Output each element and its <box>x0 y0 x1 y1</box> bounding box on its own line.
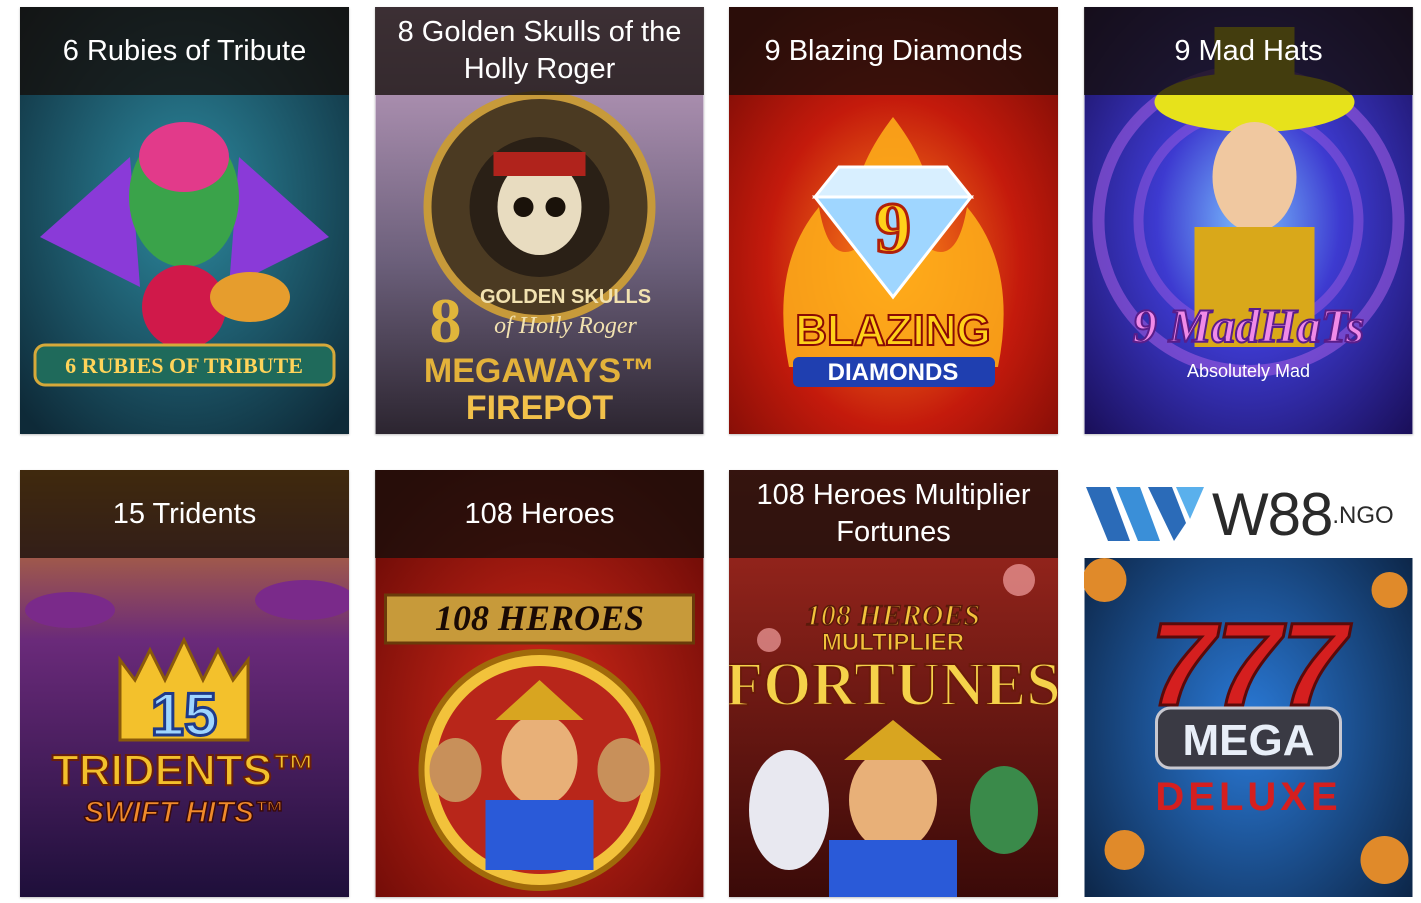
game-title: 9 Blazing Diamonds <box>729 7 1058 95</box>
game-title: 9 Mad Hats <box>1084 7 1413 95</box>
game-title: 6 Rubies of Tribute <box>20 7 349 95</box>
art-line: DIAMONDS <box>828 359 959 386</box>
w88-logo-suffix: .NGO <box>1332 502 1394 529</box>
game-tile-9-blazing-diamonds[interactable]: 9 BLAZING DIAMONDS 9 Blazing Diamonds <box>729 7 1058 434</box>
art-number: 9 <box>875 188 911 268</box>
art-line: DELUXE <box>1155 775 1341 819</box>
game-title: 15 Tridents <box>20 470 349 558</box>
game-tile-6-rubies-of-tribute[interactable]: 6 RUBIES OF TRIBUTE 6 Rubies of Tribute <box>20 7 349 434</box>
art-line: FIREPOT <box>466 389 614 427</box>
art-line: 9 MadHaTs <box>1133 300 1365 353</box>
art-line: TRIDENTS™ <box>52 746 316 795</box>
w88-logo-bar[interactable]: W88 .NGO <box>1084 470 1413 558</box>
game-tile-108-heroes-multiplier-fortunes[interactable]: 108 HEROES MULTIPLIER FORTUNES 108 Heroe… <box>729 470 1058 897</box>
art-line: FORTUNES <box>729 651 1058 719</box>
game-tile-15-tridents[interactable]: 15 TRIDENTS™ SWIFT HITS™ 15 Tridents <box>20 470 349 897</box>
art-line: 108 HEROES <box>435 598 644 638</box>
w88-logo-icon <box>1086 487 1204 541</box>
game-title: 8 Golden Skulls of the Holly Roger <box>375 7 704 95</box>
art-line: 108 HEROES <box>806 599 980 632</box>
art-line: 8 <box>430 285 462 356</box>
art-line: Absolutely Mad <box>1187 361 1310 381</box>
game-tile-8-golden-skulls[interactable]: 8 GOLDEN SKULLS of Holly Roger MEGAWAYS™… <box>375 7 704 434</box>
game-tile-9-mad-hats[interactable]: 9 MadHaTs Absolutely Mad 9 Mad Hats <box>1084 7 1413 434</box>
art-line: MEGA <box>1183 716 1315 765</box>
game-title: 108 Heroes Multiplier Fortunes <box>729 470 1058 558</box>
promo-tile-777-mega-deluxe[interactable]: 777 MEGA DELUXE W88 .NGO <box>1084 470 1413 897</box>
art-line: BLAZING <box>795 306 991 355</box>
art-line: of Holly Roger <box>494 313 637 339</box>
game-tile-108-heroes[interactable]: 108 HEROES 108 Heroes <box>375 470 704 897</box>
art-line: SWIFT HITS™ <box>84 796 284 829</box>
art-line: MEGAWAYS™ <box>424 352 655 390</box>
art-title: 6 RUBIES OF TRIBUTE <box>65 353 303 378</box>
art-number: 15 <box>151 681 218 748</box>
art-line: GOLDEN SKULLS <box>480 286 651 308</box>
w88-logo-text: W88 <box>1212 480 1333 548</box>
game-title: 108 Heroes <box>375 470 704 558</box>
